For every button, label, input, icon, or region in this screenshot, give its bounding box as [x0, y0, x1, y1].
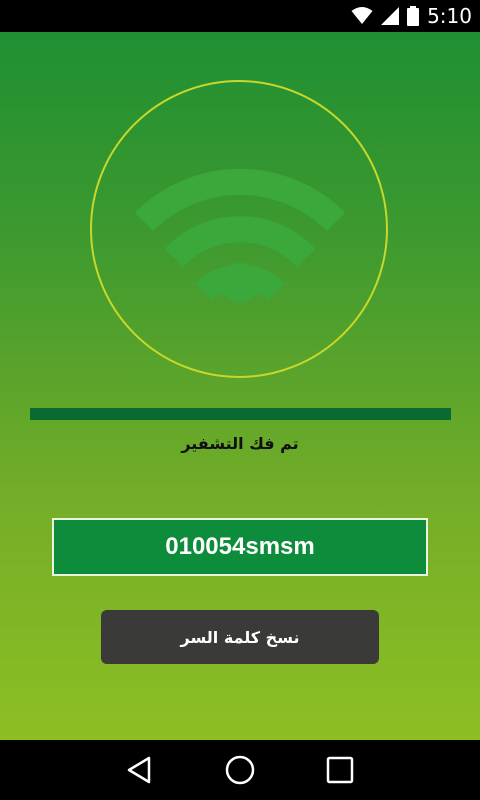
home-icon[interactable]: [224, 754, 256, 786]
progress-bar: [30, 408, 451, 420]
progress-fill: [30, 408, 451, 420]
recents-icon[interactable]: [324, 754, 356, 786]
cell-signal-icon: [381, 7, 400, 25]
wifi-signal-icon: [351, 7, 373, 24]
status-time: 5:10: [427, 4, 472, 28]
status-icons: 5:10: [351, 0, 472, 32]
copy-password-button[interactable]: نسخ كلمة السر: [101, 610, 379, 664]
battery-icon: [407, 6, 420, 26]
status-bar: 5:10: [0, 0, 480, 32]
password-display[interactable]: 010054smsm: [52, 518, 428, 576]
wifi-icon: [134, 168, 346, 303]
navigation-bar: [0, 740, 480, 800]
back-icon[interactable]: [124, 754, 156, 786]
decrypt-status-text: تم فك التشفير: [181, 434, 299, 453]
main-panel: تم فك التشفير 010054smsm نسخ كلمة السر: [0, 32, 480, 740]
